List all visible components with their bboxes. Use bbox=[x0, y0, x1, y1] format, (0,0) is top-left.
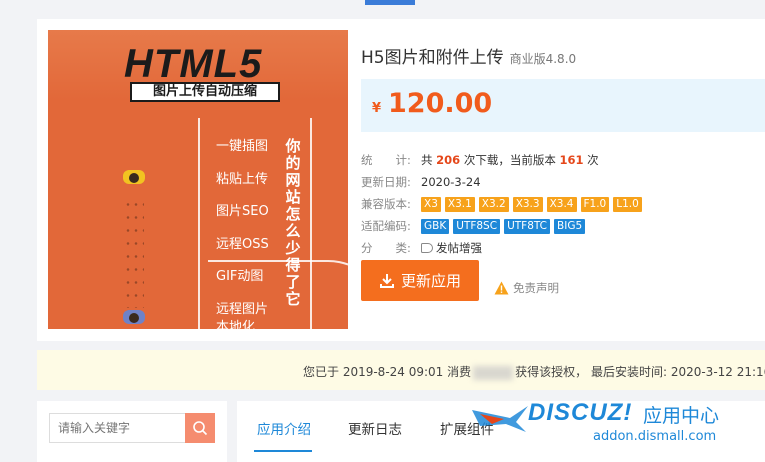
disclaimer-label: 免责声明 bbox=[513, 281, 559, 295]
disclaimer-link[interactable]: 免责声明 bbox=[494, 280, 559, 296]
tab-changelog[interactable]: 更新日志 bbox=[348, 418, 402, 438]
meta-encoding: 适配编码: GBK UTF8SC UTF8TC BIG5 bbox=[361, 215, 765, 237]
watermark-cn: 应用中心 bbox=[643, 405, 720, 427]
discuz-watermark: DISCUZ! 应用中心 addon.dismall.com bbox=[470, 392, 765, 452]
discuz-bird-logo bbox=[472, 406, 528, 432]
category-link[interactable]: 发帖增强 bbox=[421, 240, 482, 256]
banner-title: HTML5 bbox=[124, 42, 263, 86]
product-card: HTML5 图片上传自动压缩 一键插图 粘贴上传 图片SEO 远程OSS GIF… bbox=[37, 19, 765, 341]
banner-feature: 图片SEO bbox=[216, 204, 269, 219]
download-icon bbox=[379, 273, 394, 288]
product-meta: 统 计: 共 206 次下载，当前版本 161 次 更新日期: 2020-3-2… bbox=[361, 149, 765, 259]
meta-stats: 统 计: 共 206 次下载，当前版本 161 次 bbox=[361, 153, 599, 167]
meta-compat: 兼容版本: X3 X3.1 X3.2 X3.3 X3.4 F1.0 L1.0 bbox=[361, 193, 765, 215]
meta-label: 分 类: bbox=[361, 241, 411, 255]
banner-feature: 远程图片本地化 bbox=[216, 301, 269, 330]
purchase-info-end: 获得该授权， 最后安装时间: 2020-3-12 21:16 bbox=[515, 365, 765, 379]
compat-version-tag: F1.0 bbox=[580, 197, 610, 212]
download-count: 206 bbox=[436, 153, 461, 167]
compat-version-tag: X3.3 bbox=[512, 197, 543, 212]
tag-icon bbox=[421, 243, 433, 253]
runner-figure bbox=[123, 307, 145, 329]
encoding-tag: BIG5 bbox=[554, 219, 586, 234]
track-lane-line bbox=[198, 118, 200, 329]
meta-label: 统 计: bbox=[361, 153, 411, 167]
active-tab-indicator bbox=[254, 450, 312, 452]
price-box: ¥ 120.00 bbox=[361, 79, 765, 132]
updated-date: 2020-3-24 bbox=[421, 175, 481, 189]
runner-figure bbox=[123, 167, 145, 189]
footprints bbox=[124, 198, 144, 308]
banner-feature: 粘贴上传 bbox=[216, 171, 269, 187]
meta-updated: 更新日期: 2020-3-24 bbox=[361, 171, 765, 193]
meta-label: 更新日期: bbox=[361, 175, 411, 189]
search-input[interactable] bbox=[49, 413, 185, 443]
search-icon bbox=[193, 421, 208, 436]
compat-version-tag: L1.0 bbox=[613, 197, 642, 212]
compat-version-tag: X3 bbox=[421, 197, 441, 212]
compat-version-tag: X3.2 bbox=[478, 197, 509, 212]
price-amount: 120.00 bbox=[388, 88, 493, 119]
encoding-tag: UTF8SC bbox=[453, 219, 501, 234]
banner-feature: GIF动图 bbox=[216, 269, 264, 284]
meta-category: 分 类: 发帖增强 bbox=[361, 237, 765, 259]
banner-feature: 远程OSS bbox=[216, 236, 269, 252]
product-edition: 商业版4.8.0 bbox=[509, 52, 577, 66]
banner-feature: 一键插图 bbox=[216, 139, 269, 154]
purchase-info: 您已于 2019-8-24 09:01 消费 bbox=[303, 365, 472, 379]
encoding-tag: UTF8TC bbox=[504, 219, 551, 234]
banner-features: 一键插图 粘贴上传 图片SEO 远程OSS GIF动图 远程图片本地化 bbox=[216, 138, 276, 329]
version-download-count: 161 bbox=[559, 153, 584, 167]
purchase-notice: 您已于 2019-8-24 09:01 消费 获得该授权， 最后安装时间: 202… bbox=[37, 350, 765, 390]
banner-slogan: 你的网站怎么少得了它 bbox=[285, 137, 301, 308]
compat-version-tag: X3.1 bbox=[444, 197, 475, 212]
encoding-tag: GBK bbox=[421, 219, 450, 234]
compat-version-tag: X3.4 bbox=[546, 197, 577, 212]
update-app-button[interactable]: 更新应用 bbox=[361, 260, 479, 301]
search-panel bbox=[37, 401, 227, 462]
price-currency: ¥ bbox=[372, 101, 382, 116]
search-button[interactable] bbox=[185, 413, 215, 443]
meta-label: 适配编码: bbox=[361, 219, 411, 233]
watermark-url: addon.dismall.com bbox=[593, 429, 717, 444]
update-app-label: 更新应用 bbox=[400, 272, 461, 290]
meta-label: 兼容版本: bbox=[361, 197, 411, 211]
banner-subtitle: 图片上传自动压缩 bbox=[130, 82, 280, 102]
top-nav-indicator bbox=[365, 0, 415, 5]
product-title: H5图片和附件上传 商业版4.8.0 bbox=[361, 43, 576, 68]
product-banner: HTML5 图片上传自动压缩 一键插图 粘贴上传 图片SEO 远程OSS GIF… bbox=[48, 30, 348, 329]
product-name: H5图片和附件上传 bbox=[361, 48, 504, 68]
redacted-amount bbox=[473, 365, 514, 380]
watermark-brand: DISCUZ! bbox=[528, 399, 633, 426]
warning-icon bbox=[494, 281, 509, 295]
tab-app-intro[interactable]: 应用介绍 bbox=[257, 418, 311, 438]
